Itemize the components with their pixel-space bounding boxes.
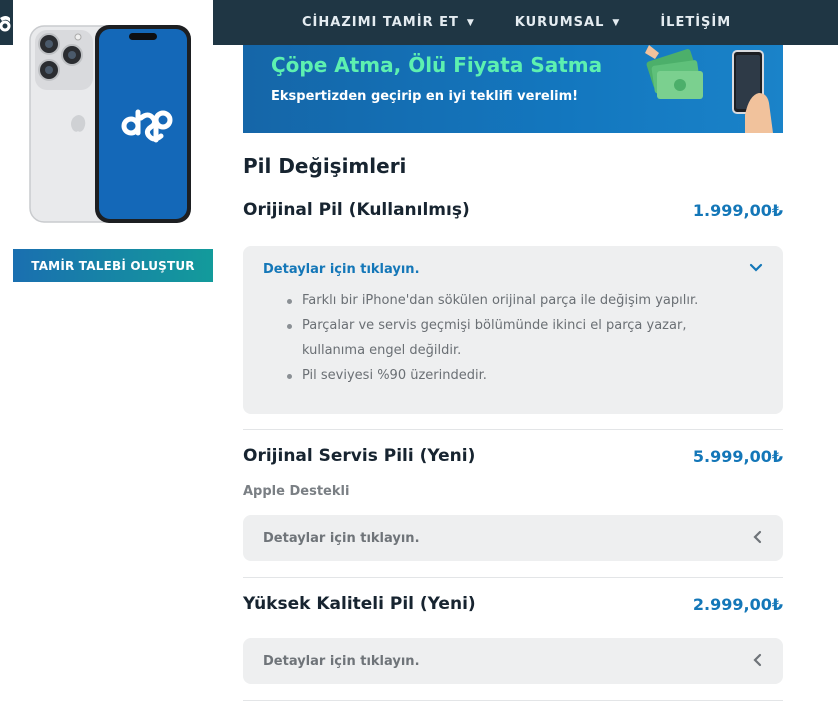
option-price: 2.999,00₺: [692, 594, 783, 614]
chevron-left-icon[interactable]: [753, 651, 763, 672]
iphone-illustration: [29, 25, 191, 223]
details-toggle-label: Detaylar için tıklayın.: [263, 261, 420, 277]
list-item: Parçalar ve servis geçmişi bölümünde iki…: [285, 313, 763, 363]
create-repair-request-button[interactable]: TAMİR TALEBİ OLUŞTUR: [13, 249, 213, 282]
nav-item-label: İLETİŞİM: [660, 15, 732, 30]
chevron-left-icon[interactable]: [753, 528, 763, 549]
nav-item-corporate[interactable]: KURUMSAL ▼: [515, 15, 621, 30]
battery-option-row: Orijinal Pil (Kullanılmış) 1.999,00₺: [243, 200, 783, 220]
option-subtitle: Apple Destekli: [243, 484, 350, 499]
nav-item-label: CİHAZIMI TAMİR ET: [302, 15, 459, 30]
divider: [243, 700, 783, 701]
details-list: Farklı bir iPhone'dan sökülen orijinal p…: [243, 288, 783, 388]
details-toggle[interactable]: Detaylar için tıklayın.: [243, 515, 783, 561]
chevron-down-icon: ▼: [466, 17, 475, 28]
nav-item-label: KURUMSAL: [514, 15, 605, 30]
details-toggle[interactable]: Detaylar için tıklayın.: [243, 638, 783, 684]
promo-banner[interactable]: Çöpe Atma, Ölü Fiyata Satma Ekspertizden…: [243, 45, 783, 133]
details-toggle-label: Detaylar için tıklayın.: [263, 530, 420, 546]
chevron-down-icon[interactable]: [749, 261, 763, 277]
option-name: Orijinal Pil (Kullanılmış): [243, 200, 470, 220]
banner-title: Çöpe Atma, Ölü Fiyata Satma: [271, 53, 603, 77]
section-title: Pil Değişimleri: [243, 154, 407, 178]
banner-subtitle: Ekspertizden geçirip en iyi teklifi vere…: [271, 89, 579, 104]
phone-in-hand-icon: [732, 50, 773, 133]
option-price: 1.999,00₺: [692, 200, 783, 220]
main-nav: CİHAZIMI TAMİR ET ▼ KURUMSAL ▼ İLETİŞİM: [302, 0, 771, 45]
option-name: Yüksek Kaliteli Pil (Yeni): [243, 594, 476, 614]
battery-option-row: Orijinal Servis Pili (Yeni) 5.999,00₺: [243, 446, 783, 466]
money-stack-icon: [645, 45, 703, 99]
details-accordion-closed: Detaylar için tıklayın.: [243, 515, 783, 561]
option-name: Orijinal Servis Pili (Yeni): [243, 446, 476, 466]
details-toggle-label: Detaylar için tıklayın.: [263, 653, 420, 669]
details-toggle[interactable]: Detaylar için tıklayın.: [243, 246, 783, 292]
nav-item-repair[interactable]: CİHAZIMI TAMİR ET ▼: [302, 15, 475, 30]
list-item: Pil seviyesi %90 üzerindedir.: [285, 363, 763, 388]
product-image: [13, 0, 213, 235]
option-price: 5.999,00₺: [692, 446, 783, 466]
details-accordion-closed: Detaylar için tıklayın.: [243, 638, 783, 684]
divider: [243, 577, 783, 578]
nav-item-contact[interactable]: İLETİŞİM: [660, 15, 731, 30]
brand-logo-fragment[interactable]: [0, 12, 12, 32]
list-item: Farklı bir iPhone'dan sökülen orijinal p…: [285, 288, 763, 313]
chevron-down-icon: ▼: [612, 17, 621, 28]
brand-logo-icon: [0, 16, 11, 32]
battery-option-row: Yüksek Kaliteli Pil (Yeni) 2.999,00₺: [243, 594, 783, 614]
divider: [243, 429, 783, 430]
details-accordion-open: Detaylar için tıklayın. Farklı bir iPhon…: [243, 246, 783, 414]
